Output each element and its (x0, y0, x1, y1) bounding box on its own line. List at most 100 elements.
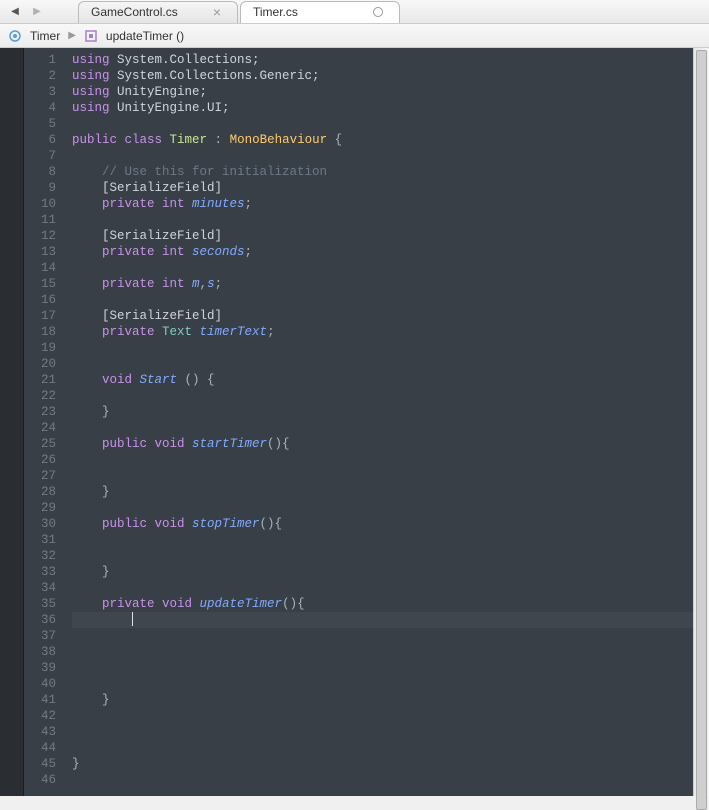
line-number: 43 (24, 724, 56, 740)
line-number: 1 (24, 52, 56, 68)
code-line[interactable] (72, 548, 701, 564)
code-line[interactable]: } (72, 484, 701, 500)
line-number: 16 (24, 292, 56, 308)
code-line[interactable]: } (72, 756, 701, 772)
code-line[interactable]: public void startTimer(){ (72, 436, 701, 452)
tab-gamecontrol-cs[interactable]: GameControl.cs × (78, 1, 238, 23)
code-line[interactable]: private int minutes; (72, 196, 701, 212)
line-number: 36 (24, 612, 56, 628)
line-number: 22 (24, 388, 56, 404)
code-line[interactable] (72, 340, 701, 356)
tab-bar: GameControl.cs × Timer.cs (78, 1, 402, 23)
code-line[interactable] (72, 420, 701, 436)
line-number: 30 (24, 516, 56, 532)
tab-close-button[interactable]: × (213, 5, 221, 19)
line-number: 40 (24, 676, 56, 692)
line-number: 32 (24, 548, 56, 564)
line-number: 46 (24, 772, 56, 788)
line-number: 13 (24, 244, 56, 260)
line-number: 5 (24, 116, 56, 132)
code-line[interactable]: } (72, 404, 701, 420)
line-number: 38 (24, 644, 56, 660)
line-number: 4 (24, 100, 56, 116)
vertical-scrollbar[interactable] (693, 48, 709, 796)
code-line[interactable] (72, 116, 701, 132)
code-line[interactable]: public void stopTimer(){ (72, 516, 701, 532)
code-line[interactable]: private Text timerText; (72, 324, 701, 340)
breadcrumb: Timer ▶ updateTimer () (0, 24, 709, 48)
line-number: 6 (24, 132, 56, 148)
line-number: 20 (24, 356, 56, 372)
tab-label: GameControl.cs (91, 5, 178, 19)
line-number: 10 (24, 196, 56, 212)
code-line[interactable] (72, 644, 701, 660)
line-number: 23 (24, 404, 56, 420)
code-line[interactable] (72, 612, 701, 628)
line-number: 27 (24, 468, 56, 484)
code-line[interactable] (72, 740, 701, 756)
code-area[interactable]: using System.Collections;using System.Co… (64, 48, 709, 796)
line-number: 37 (24, 628, 56, 644)
line-number: 29 (24, 500, 56, 516)
code-line[interactable]: using UnityEngine; (72, 84, 701, 100)
code-line[interactable]: public class Timer : MonoBehaviour { (72, 132, 701, 148)
line-number: 26 (24, 452, 56, 468)
line-number: 39 (24, 660, 56, 676)
code-line[interactable]: [SerializeField] (72, 180, 701, 196)
line-number: 11 (24, 212, 56, 228)
line-number: 17 (24, 308, 56, 324)
line-number: 21 (24, 372, 56, 388)
code-line[interactable]: private int m,s; (72, 276, 701, 292)
code-line[interactable] (72, 452, 701, 468)
line-number: 12 (24, 228, 56, 244)
code-line[interactable] (72, 580, 701, 596)
code-line[interactable] (72, 260, 701, 276)
code-line[interactable] (72, 212, 701, 228)
line-number: 15 (24, 276, 56, 292)
code-line[interactable]: } (72, 692, 701, 708)
code-line[interactable] (72, 660, 701, 676)
code-line[interactable] (72, 676, 701, 692)
code-line[interactable] (72, 468, 701, 484)
line-number: 41 (24, 692, 56, 708)
code-line[interactable]: using System.Collections; (72, 52, 701, 68)
line-number: 14 (24, 260, 56, 276)
line-number: 19 (24, 340, 56, 356)
code-line[interactable] (72, 724, 701, 740)
code-line[interactable] (72, 772, 701, 788)
scrollbar-thumb[interactable] (696, 50, 707, 810)
code-line[interactable]: private void updateTimer(){ (72, 596, 701, 612)
breadcrumb-method[interactable]: updateTimer () (106, 29, 184, 43)
code-line[interactable] (72, 148, 701, 164)
code-line[interactable]: private int seconds; (72, 244, 701, 260)
code-line[interactable] (72, 388, 701, 404)
code-line[interactable] (72, 628, 701, 644)
code-line[interactable]: void Start () { (72, 372, 701, 388)
tab-modified-icon (373, 7, 383, 17)
code-line[interactable] (72, 532, 701, 548)
code-line[interactable]: using System.Collections.Generic; (72, 68, 701, 84)
tab-timer-cs[interactable]: Timer.cs (240, 1, 400, 23)
code-line[interactable]: using UnityEngine.UI; (72, 100, 701, 116)
line-number: 34 (24, 580, 56, 596)
breadcrumb-class[interactable]: Timer (30, 29, 60, 43)
text-cursor (132, 612, 133, 626)
nav-forward-button[interactable]: ▶ (26, 2, 48, 22)
line-number: 35 (24, 596, 56, 612)
nav-back-button[interactable]: ◀ (4, 2, 26, 22)
code-line[interactable] (72, 500, 701, 516)
line-number: 8 (24, 164, 56, 180)
line-number: 2 (24, 68, 56, 84)
code-line[interactable]: // Use this for initialization (72, 164, 701, 180)
code-line[interactable] (72, 356, 701, 372)
line-number: 7 (24, 148, 56, 164)
line-number: 33 (24, 564, 56, 580)
line-number: 18 (24, 324, 56, 340)
code-line[interactable]: [SerializeField] (72, 308, 701, 324)
line-number: 28 (24, 484, 56, 500)
code-line[interactable]: } (72, 564, 701, 580)
code-line[interactable]: [SerializeField] (72, 228, 701, 244)
code-line[interactable] (72, 708, 701, 724)
code-line[interactable] (72, 292, 701, 308)
line-number-gutter: 1234567891011121314151617181920212223242… (24, 48, 64, 796)
